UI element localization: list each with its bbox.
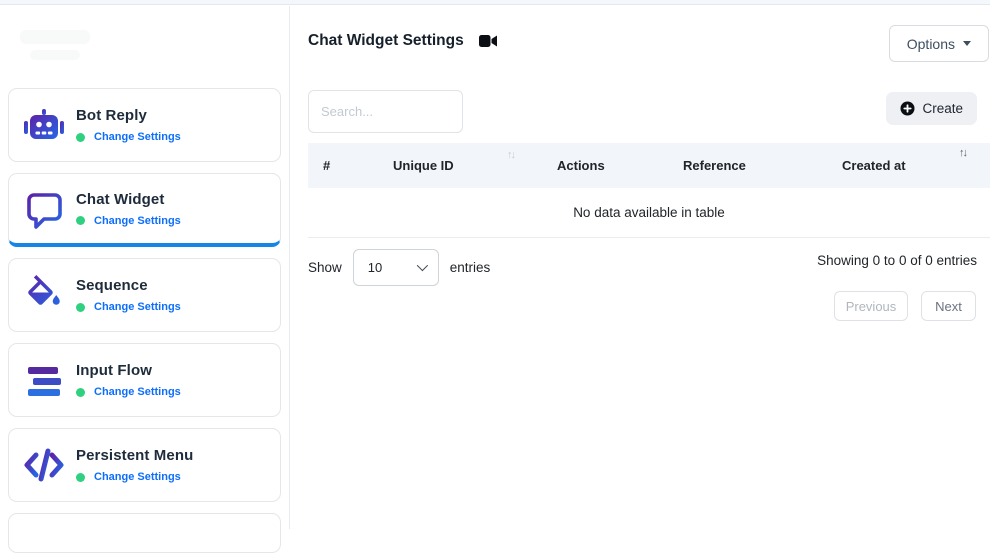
sidebar-item-sequence[interactable]: Sequence Change Settings (8, 258, 281, 332)
entries-label: entries (450, 260, 491, 275)
column-header-number[interactable]: # (323, 158, 330, 173)
page-title: Chat Widget Settings (308, 32, 464, 50)
page-title-row: Chat Widget Settings (308, 32, 498, 50)
empty-table-message: No data available in table (573, 205, 725, 220)
robot-icon (22, 103, 66, 147)
entries-summary: Showing 0 to 0 of 0 entries (817, 253, 977, 268)
chevron-down-icon (963, 41, 971, 46)
sidebar-item-bot-reply[interactable]: Bot Reply Change Settings (8, 88, 281, 162)
sidebar-item-chat-widget[interactable]: Chat Widget Change Settings (8, 173, 281, 247)
status-dot (76, 133, 85, 142)
sidebar: Bot Reply Change Settings Chat Widget Ch… (0, 6, 290, 529)
change-settings-link[interactable]: Change Settings (94, 131, 181, 143)
options-button-label: Options (907, 36, 955, 52)
status-dot (76, 303, 85, 312)
change-settings-link[interactable]: Change Settings (94, 386, 181, 398)
sidebar-item-title: Bot Reply (76, 107, 181, 124)
chevron-down-icon (417, 260, 428, 271)
show-label: Show (308, 260, 342, 275)
sort-arrows-icon[interactable]: ↑↓ (959, 147, 966, 159)
top-strip (0, 0, 990, 5)
sort-arrows-icon[interactable]: ↑↓ (507, 149, 514, 161)
page-size-group: Show 10 entries (308, 249, 490, 286)
sidebar-item-persistent-menu[interactable]: Persistent Menu Change Settings (8, 428, 281, 502)
sidebar-item-title: Sequence (76, 277, 181, 294)
column-header-actions[interactable]: Actions (557, 158, 605, 173)
sidebar-item-title: Chat Widget (76, 191, 181, 208)
page-size-select[interactable]: 10 (353, 249, 439, 286)
options-button[interactable]: Options (889, 25, 989, 62)
plus-circle-icon (900, 101, 915, 116)
faint-logo (20, 24, 140, 64)
paint-bucket-icon (22, 273, 66, 317)
column-header-reference[interactable]: Reference (683, 158, 746, 173)
sidebar-card-list: Bot Reply Change Settings Chat Widget Ch… (0, 88, 289, 553)
code-icon (22, 443, 66, 487)
page-size-value: 10 (368, 260, 382, 275)
status-dot (76, 388, 85, 397)
create-button[interactable]: Create (886, 92, 977, 125)
sidebar-item-title: Input Flow (76, 362, 181, 379)
video-camera-icon (479, 34, 498, 48)
table-empty-row: No data available in table (308, 188, 990, 238)
previous-button[interactable]: Previous (834, 291, 908, 321)
change-settings-link[interactable]: Change Settings (94, 471, 181, 483)
change-settings-link[interactable]: Change Settings (94, 301, 181, 313)
status-dot (76, 473, 85, 482)
sidebar-item-partial[interactable] (8, 513, 281, 553)
column-header-unique-id[interactable]: Unique ID (393, 158, 454, 173)
change-settings-link[interactable]: Change Settings (94, 215, 181, 227)
chat-bubble-icon (22, 187, 66, 231)
create-button-label: Create (922, 101, 963, 116)
sidebar-item-input-flow[interactable]: Input Flow Change Settings (8, 343, 281, 417)
search-input[interactable] (308, 90, 463, 133)
bars-icon (22, 358, 66, 402)
table-header-row: # Unique ID ↑↓ Actions Reference Created… (308, 143, 990, 188)
sidebar-item-title: Persistent Menu (76, 447, 193, 464)
main-content: Chat Widget Settings Options Create # Un… (291, 6, 990, 529)
column-header-created-at[interactable]: Created at (842, 158, 906, 173)
status-dot (76, 216, 85, 225)
next-button[interactable]: Next (921, 291, 976, 321)
